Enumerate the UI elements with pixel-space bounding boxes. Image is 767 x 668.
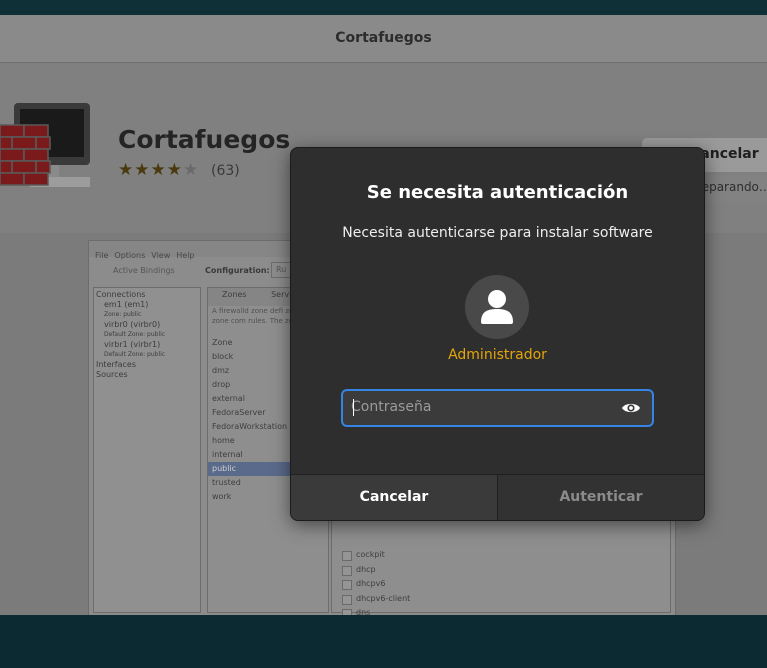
password-field[interactable] (341, 389, 654, 427)
screenshot-services-list: cockpit dhcp dhcpv6 dhcpv6-client dns do… (340, 548, 416, 615)
screenshot-connection-item: Interfaces (96, 360, 136, 369)
rating-count: (63) (211, 163, 240, 179)
text-caret (353, 399, 354, 416)
star-icon: ★ (134, 160, 151, 180)
app-name: Cortafuegos (118, 125, 291, 154)
screenshot-service-item: dhcpv6-client (340, 592, 416, 607)
dialog-subtitle: Necesita autenticarse para instalar soft… (342, 225, 653, 241)
screenshot-bindings-label: Active Bindings (113, 266, 175, 275)
star-icon: ★ (150, 160, 167, 180)
screenshot-tab: Zones (222, 290, 247, 299)
password-input[interactable] (351, 397, 611, 417)
screenshot-service-item: dhcpv6 (340, 577, 416, 592)
screenshot-connection-item: Zone: public (104, 311, 142, 318)
window-title: Cortafuegos (335, 30, 432, 46)
screenshot-connection-item: virbr0 (virbr0) (104, 320, 161, 329)
screenshot-connection-item: em1 (em1) (104, 300, 149, 309)
desktop-bottom-bar (0, 615, 767, 668)
user-name: Administrador (448, 347, 547, 363)
screenshot-service-item: cockpit (340, 548, 416, 563)
star-icon: ★ (166, 160, 183, 180)
screenshot-connection-item: Default Zone: public (104, 331, 166, 338)
rating-stars: ★★★★★ (118, 160, 199, 180)
screenshot-connection-item: Default Zone: public (104, 351, 166, 358)
firewall-app-icon (0, 103, 90, 187)
screenshot-service-item: dns (340, 606, 416, 615)
star-empty-icon: ★ (183, 160, 200, 180)
screenshot-config-label: Configuration: (205, 266, 270, 275)
star-icon: ★ (118, 160, 135, 180)
app-header-bar: Cortafuegos (0, 15, 767, 63)
avatar (465, 275, 529, 339)
screenshot-connection-item: virbr1 (virbr1) (104, 340, 161, 349)
authenticate-button[interactable]: Autenticar (498, 475, 704, 520)
screenshot-connection-item: Sources (96, 370, 128, 379)
cancel-button[interactable]: Cancelar (291, 475, 498, 520)
user-icon (481, 290, 513, 324)
screenshot-service-item: dhcp (340, 563, 416, 578)
authentication-dialog: Se necesita autenticación Necesita auten… (290, 147, 705, 521)
screenshot-connections-panel: Connections em1 (em1) Zone: public virbr… (93, 287, 201, 613)
dialog-title: Se necesita autenticación (366, 182, 629, 203)
screenshot-connection-item: Connections (96, 290, 146, 299)
dialog-button-row: Cancelar Autenticar (291, 474, 704, 520)
desktop-top-bar (0, 0, 767, 15)
show-password-icon[interactable] (621, 399, 641, 417)
screenshot-tab: Servi (271, 290, 292, 299)
